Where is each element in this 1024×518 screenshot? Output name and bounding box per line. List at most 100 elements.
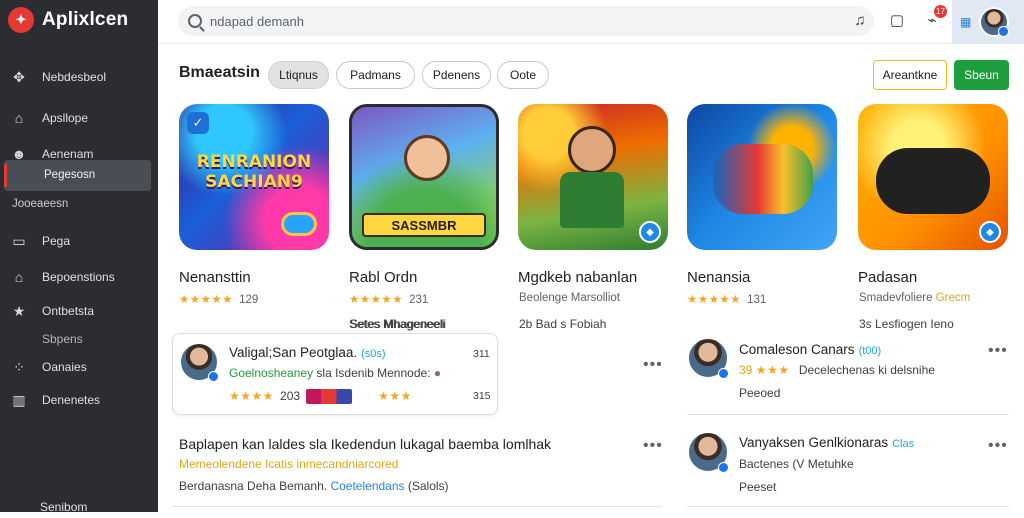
list-item-title: Vanyaksen Genlkionaras Clas (739, 435, 915, 450)
list-item-subtitle: Memeolendene Icatis inmecandniarcored (179, 457, 399, 471)
app-card[interactable]: SASSMBR Rabl Ordn ★★★★★ 231 (349, 104, 501, 306)
app-image: ◆ (518, 104, 668, 250)
sidebar-item-7[interactable]: ⁘ Oanaies (10, 356, 150, 378)
sidebar-footer[interactable]: Senibom (40, 496, 180, 518)
app-name: Padasan (858, 269, 918, 286)
sidebar-active-label: Pegesosn (44, 169, 96, 181)
list-item-title: Valigal;San Peotglaa. (s0s) (229, 345, 386, 360)
check-icon: ✓ (187, 112, 209, 134)
coin-icon: ● (433, 366, 442, 380)
list-item-subtitle: Goelnosheaney sla Isdenib Mennode: ● (229, 366, 442, 380)
list-item-meta: Peeset (739, 480, 777, 494)
divider (687, 414, 1009, 415)
more-options-icon[interactable]: ••• (988, 342, 1008, 360)
more-options-icon[interactable]: ••• (988, 437, 1008, 455)
primary-button[interactable]: Sbeun (954, 60, 1009, 90)
app-card[interactable]: ◆ Mgdkeb nabanlan (518, 104, 670, 286)
app-meta: 3s Lesfiogen Ieno (859, 317, 954, 331)
sidebar-item-label: Nebdesbeol (42, 70, 107, 84)
app-name: Nenansia (687, 269, 751, 286)
sidebar-item-0[interactable]: ✥ Nebdesbeol (10, 66, 150, 88)
app-name: Nenansttin (179, 269, 251, 286)
outline-button[interactable]: Areantkne (873, 60, 947, 90)
app-image (687, 104, 837, 250)
home-icon: ⌂ (14, 110, 24, 126)
notifications-button[interactable]: ⌁ 17 (920, 5, 947, 32)
app-image: ◆ (858, 104, 1008, 250)
divider (687, 506, 1009, 507)
sidebar-heading: Jooeaeesn (12, 198, 69, 210)
bookmark-icon[interactable]: ▢ (885, 8, 909, 32)
topbar: ndapad demanh ♫ ▢ ⌁ 17 ▦ (158, 0, 1024, 44)
app-meta: Setes Mhageneeli (350, 317, 447, 331)
active-indicator (4, 164, 7, 187)
sidebar-item-3[interactable]: ▭ Pega (10, 230, 150, 252)
app-rating: ★★★★★ 129 (179, 294, 259, 306)
list-item[interactable]: Valigal;San Peotglaa. (s0s) Goelnosheaney… (172, 333, 498, 415)
sidebar-item-1[interactable]: ⌂ Apsllope (10, 107, 150, 129)
list-item-rating: ★★★★ 203 ★★★ (229, 389, 412, 405)
list-item-title: Baplapen kan laldes sla Ikedendun lukaga… (179, 436, 552, 452)
sidebar-item-label: Denenetes (42, 393, 101, 407)
section-title: Bmaeatsin (179, 64, 260, 81)
list-item-subtitle: 39 ★★★ Decelechenas ki delsnihe (739, 363, 935, 377)
app-name: Rabl Ordn (349, 269, 418, 286)
app-card[interactable]: Nenansia ★★★★★ 131 (687, 104, 839, 306)
sidebar-item-label: Ontbetsta (42, 304, 95, 318)
sidebar-item-4[interactable]: ⌂ Bepoenstions (10, 266, 150, 288)
stars-icon: ★★★ (755, 363, 790, 377)
thumbnail-strip (306, 389, 353, 405)
app-image: SASSMBR (349, 104, 499, 250)
search-input[interactable]: ndapad demanh (178, 6, 874, 36)
gamepad-icon: ✥ (13, 68, 25, 85)
network-icon: ⁘ (13, 358, 25, 375)
chip-0[interactable]: Ltiqnus (268, 61, 329, 89)
stars-icon: ★★★ (378, 389, 412, 403)
chip-2[interactable]: Pdenens (422, 61, 491, 89)
art-decoration (281, 212, 317, 236)
sidebar-item-label: Bepoenstions (42, 270, 115, 284)
chart-icon: ▥ (12, 391, 26, 408)
sidebar: ✦ Aplixlcen ✥ Nebdesbeol ⌂ Apsllope ☻ Ae… (0, 0, 158, 514)
grid-icon: ▦ (960, 15, 972, 29)
sidebar-item-8[interactable]: ▥ Denenetes (10, 389, 150, 411)
chip-3[interactable]: Oote (497, 61, 549, 89)
sidebar-item-label: Sbpens (42, 332, 83, 346)
user-menu[interactable]: ▦ (952, 0, 1024, 44)
list-item-subtitle: Bactenes (V Metuhke (739, 457, 854, 471)
search-icon (188, 14, 202, 28)
sidebar-item-label: Apsllope (42, 111, 89, 125)
more-options-icon[interactable]: ••• (643, 356, 663, 374)
more-options-icon[interactable]: ••• (643, 437, 663, 455)
verified-icon (998, 26, 1010, 37)
verified-icon (208, 371, 219, 382)
page-icon: ▭ (12, 232, 26, 249)
sidebar-item-6[interactable]: Sbpens (10, 328, 150, 350)
stars-icon: ★★★★★ (179, 294, 234, 306)
search-placeholder: ndapad demanh (210, 13, 304, 29)
stars-icon: ★★★★★ (687, 294, 742, 306)
character-face (568, 126, 616, 174)
app-rating: ★★★★★ 231 (349, 294, 429, 306)
avatar (687, 337, 729, 379)
controller-art (876, 148, 990, 214)
avatar (179, 342, 219, 382)
chip-1[interactable]: Padmans (336, 61, 415, 89)
star-icon: ★ (12, 302, 26, 319)
home-alt-icon: ⌂ (14, 269, 24, 285)
character-face (404, 135, 450, 181)
app-rating: ★★★★★ 131 (687, 294, 767, 306)
list-item-meta: Peeoed (739, 386, 781, 400)
app-card[interactable]: ◆ Padasan (858, 104, 1010, 286)
app-image: ✓ RENRANION SACHIAN9 (179, 104, 329, 250)
sidebar-item-label: Aenenam (42, 147, 94, 161)
app-card[interactable]: ✓ RENRANION SACHIAN9 Nenansttin ★★★★★ 129… (179, 104, 445, 331)
sidebar-active-item[interactable]: Pegesosn (4, 160, 151, 191)
app-art-title: RENRANION SACHIAN9 (196, 152, 312, 192)
avatar (979, 7, 1010, 37)
bell-icon[interactable]: ♫ (848, 8, 872, 32)
app-badge-icon: ◆ (639, 221, 661, 243)
divider (172, 506, 662, 507)
sidebar-item-5[interactable]: ★ Ontbetsta (10, 300, 150, 322)
brand[interactable]: ✦ Aplixlcen (8, 6, 128, 34)
